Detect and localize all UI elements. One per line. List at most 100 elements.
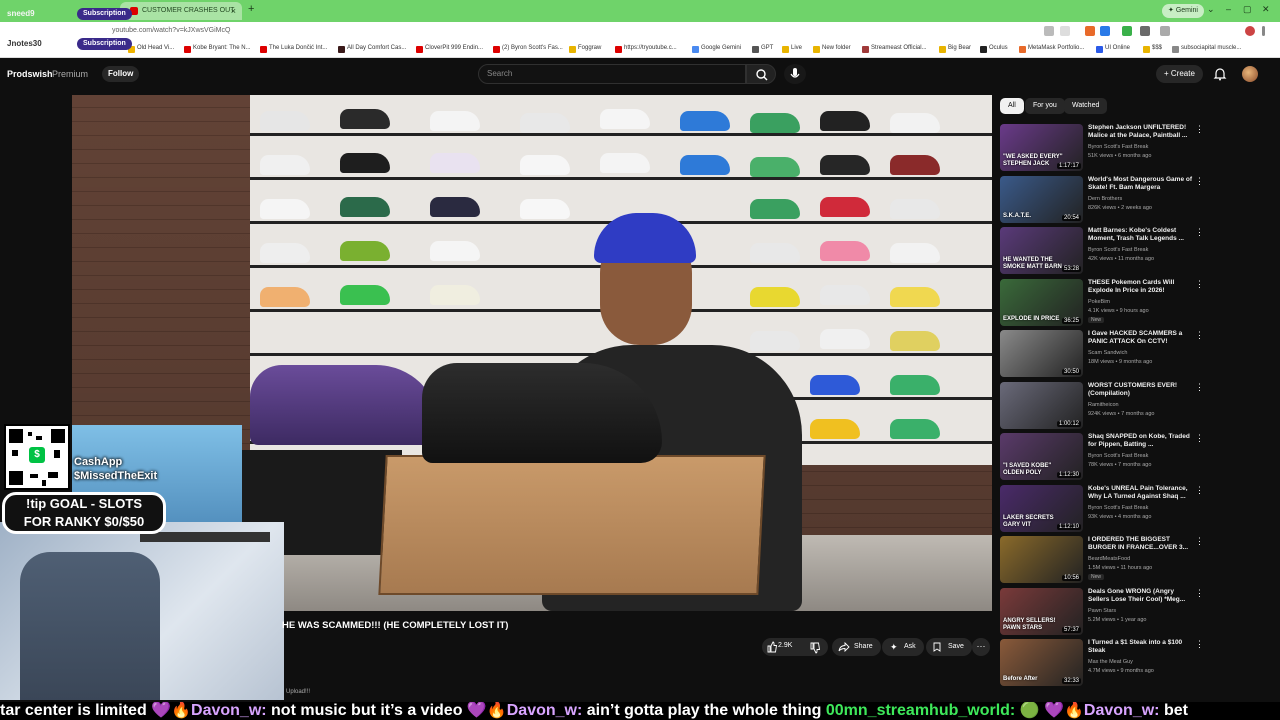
recommended-channel[interactable]: Max the Meat Guy	[1088, 659, 1133, 665]
recommended-title[interactable]: WORST CUSTOMERS EVER! (Compilation)	[1088, 382, 1192, 398]
recommended-video[interactable]: ANGRY SELLERS! PAWN STARS 57:37 Deals Gone…	[1000, 587, 1270, 636]
share-button[interactable]: Share	[832, 638, 881, 656]
video-thumbnail[interactable]: 10:56	[1000, 536, 1083, 583]
more-options-icon[interactable]: ⋮	[1195, 382, 1204, 393]
create-button[interactable]: + Create	[1156, 65, 1203, 83]
video-thumbnail[interactable]: HE WANTED THE SMOKE MATT BARN 53:28	[1000, 227, 1083, 274]
recommended-channel[interactable]: Byron Scott's Fast Break	[1088, 505, 1148, 511]
video-thumbnail[interactable]: ANGRY SELLERS! PAWN STARS 57:37	[1000, 587, 1083, 635]
recommended-channel[interactable]: BeardMeatsFood	[1088, 556, 1130, 562]
search-input[interactable]: Search	[478, 64, 746, 84]
bookmark-item[interactable]: Live	[782, 45, 802, 53]
bookmark-item[interactable]: Streameast Official...	[862, 45, 927, 53]
recommended-title[interactable]: I Gave HACKED SCAMMERS a PANIC ATTACK On…	[1088, 330, 1192, 346]
video-thumbnail[interactable]: Before After 32:33	[1000, 639, 1083, 686]
extension-icon[interactable]	[1140, 26, 1150, 36]
voice-search-button[interactable]	[784, 64, 806, 84]
more-options-icon[interactable]: ⋮	[1195, 485, 1204, 496]
recommended-channel[interactable]: Byron Scott's Fast Break	[1088, 144, 1148, 150]
recommended-title[interactable]: I Turned a $1 Steak into a $100 Steak	[1088, 639, 1192, 655]
recommended-video[interactable]: "I SAVED KOBE" OLDEN POLY 1:12:30 Shaq SNA…	[1000, 433, 1270, 481]
recommended-video[interactable]: EXPLODE IN PRICE 36:25 THESE Pokemon Cards…	[1000, 278, 1270, 327]
bookmark-star-icon[interactable]	[1060, 26, 1070, 36]
recommended-video[interactable]: HE WANTED THE SMOKE MATT BARN 53:28 Matt B…	[1000, 227, 1270, 275]
bookmark-item[interactable]: Foggraw	[569, 45, 601, 53]
video-thumbnail[interactable]: EXPLODE IN PRICE 36:25	[1000, 278, 1083, 326]
search-button[interactable]	[746, 64, 776, 84]
more-options-icon[interactable]: ⋮	[1195, 176, 1204, 187]
extension-icon[interactable]	[1085, 26, 1095, 36]
description-snippet[interactable]: Upload!!!	[286, 689, 310, 695]
recommended-video[interactable]: LAKER SECRETS GARY VIT 1:12:10 Kobe's UNRE…	[1000, 484, 1270, 533]
bookmark-item[interactable]: Old Head Vi...	[128, 45, 174, 53]
bookmark-item[interactable]: (2) Byron Scott's Fas...	[493, 45, 563, 53]
recommended-channel[interactable]: Byron Scott's Fast Break	[1088, 247, 1148, 253]
browser-menu-icon[interactable]	[1262, 26, 1265, 36]
recommended-title[interactable]: Stephen Jackson UNFILTERED! Malice at th…	[1088, 124, 1192, 140]
extensions-puzzle-icon[interactable]	[1160, 26, 1170, 36]
video-thumbnail[interactable]: "WE ASKED EVERY" STEPHEN JACK 1:17:17	[1000, 124, 1083, 171]
recommended-title[interactable]: Shaq SNAPPED on Kobe, Traded for Pippen,…	[1088, 433, 1192, 449]
notifications-button[interactable]	[1212, 66, 1228, 82]
close-window-icon[interactable]: ✕	[1262, 4, 1270, 15]
minimize-icon[interactable]: –	[1226, 4, 1231, 14]
more-options-icon[interactable]: ⋮	[1195, 124, 1204, 135]
recommended-channel[interactable]: Ramitheicon	[1088, 402, 1119, 408]
recommended-video[interactable]: 30:50 I Gave HACKED SCAMMERS a PANIC ATTA…	[1000, 330, 1270, 378]
chip-watched[interactable]: Watched	[1064, 98, 1108, 114]
profile-icon[interactable]	[1245, 26, 1255, 36]
like-dislike-button[interactable]	[762, 638, 828, 656]
chip-all[interactable]: All	[1000, 98, 1024, 114]
recommended-video[interactable]: 10:56 I ORDERED THE BIGGEST BURGER IN FRA…	[1000, 536, 1270, 584]
recommended-video[interactable]: "WE ASKED EVERY" STEPHEN JACK 1:17:17 Step…	[1000, 124, 1270, 172]
bookmark-item[interactable]: subsociapital muscle...	[1172, 45, 1241, 53]
more-options-icon[interactable]: ⋮	[1195, 588, 1204, 599]
video-thumbnail[interactable]: "I SAVED KOBE" OLDEN POLY 1:12:30	[1000, 433, 1083, 480]
bookmark-item[interactable]: https://tryoutube.c...	[615, 45, 677, 53]
video-thumbnail[interactable]: 30:50	[1000, 330, 1083, 377]
bookmark-item[interactable]: Kobe Bryant: The N...	[184, 45, 251, 53]
more-options-icon[interactable]: ⋮	[1195, 433, 1204, 444]
more-options-icon[interactable]: ⋮	[1195, 639, 1204, 650]
video-thumbnail[interactable]: S.K.A.T.E. 20:54	[1000, 175, 1083, 223]
bookmark-item[interactable]: Oculus	[980, 45, 1008, 53]
bookmark-item[interactable]: New folder	[813, 45, 851, 53]
thumbs-up-icon[interactable]	[766, 641, 778, 653]
maximize-icon[interactable]: ▢	[1243, 4, 1252, 15]
tab-search-icon[interactable]: ⌄	[1207, 4, 1215, 15]
bookmark-item[interactable]: $$$	[1143, 45, 1162, 53]
recommended-channel[interactable]: Dern Brothers	[1088, 196, 1122, 202]
recommended-title[interactable]: Matt Barnes: Kobe's Coldest Moment, Tras…	[1088, 227, 1192, 243]
bookmark-item[interactable]: GPT	[752, 45, 773, 53]
recommended-title[interactable]: THESE Pokemon Cards Will Explode In Pric…	[1088, 279, 1192, 295]
bookmark-item[interactable]: Big Bear	[939, 45, 971, 53]
recommended-channel[interactable]: PokeBim	[1088, 299, 1110, 305]
ask-button[interactable]: ✦ Ask	[882, 638, 924, 656]
recommended-title[interactable]: World's Most Dangerous Game of Skate! Ft…	[1088, 176, 1192, 192]
close-tab-icon[interactable]: ×	[231, 2, 236, 20]
gemini-button[interactable]: ✦ Gemini	[1162, 4, 1204, 18]
recommended-video[interactable]: Before After 32:33 I Turned a $1 Steak int…	[1000, 639, 1270, 687]
follow-button[interactable]: Follow	[102, 66, 140, 82]
more-actions-button[interactable]: ⋯	[972, 638, 990, 656]
recommended-video[interactable]: 1:00:12 WORST CUSTOMERS EVER! (Compilatio…	[1000, 381, 1270, 430]
bookmark-item[interactable]: The Luka Dončić Int...	[260, 45, 327, 53]
recommended-channel[interactable]: Pawn Stars	[1088, 608, 1116, 614]
video-thumbnail[interactable]: LAKER SECRETS GARY VIT 1:12:10	[1000, 484, 1083, 532]
chip-for-you[interactable]: For you	[1025, 98, 1065, 114]
more-options-icon[interactable]: ⋮	[1195, 227, 1204, 238]
bookmark-item[interactable]: Google Gemini	[692, 45, 741, 53]
save-button[interactable]: Save	[926, 638, 972, 656]
recommended-title[interactable]: Kobe's UNREAL Pain Tolerance, Why LA Tur…	[1088, 485, 1192, 501]
browser-tab-active[interactable]: CUSTOMER CRASHES OUT AFT ×	[120, 2, 242, 32]
extension-icon[interactable]	[1122, 26, 1132, 36]
recommended-title[interactable]: Deals Gone WRONG (Angry Sellers Lose The…	[1088, 588, 1192, 604]
recommended-channel[interactable]: Scam Sandwich	[1088, 350, 1127, 356]
more-options-icon[interactable]: ⋮	[1195, 330, 1204, 341]
more-options-icon[interactable]: ⋮	[1195, 279, 1204, 290]
recommended-title[interactable]: I ORDERED THE BIGGEST BURGER IN FRANCE..…	[1088, 536, 1192, 552]
bookmark-item[interactable]: MetaMask Portfolio...	[1019, 45, 1084, 53]
extension-icon[interactable]	[1100, 26, 1110, 36]
video-thumbnail[interactable]: 1:00:12	[1000, 381, 1083, 429]
recommended-channel[interactable]: Byron Scott's Fast Break	[1088, 453, 1148, 459]
